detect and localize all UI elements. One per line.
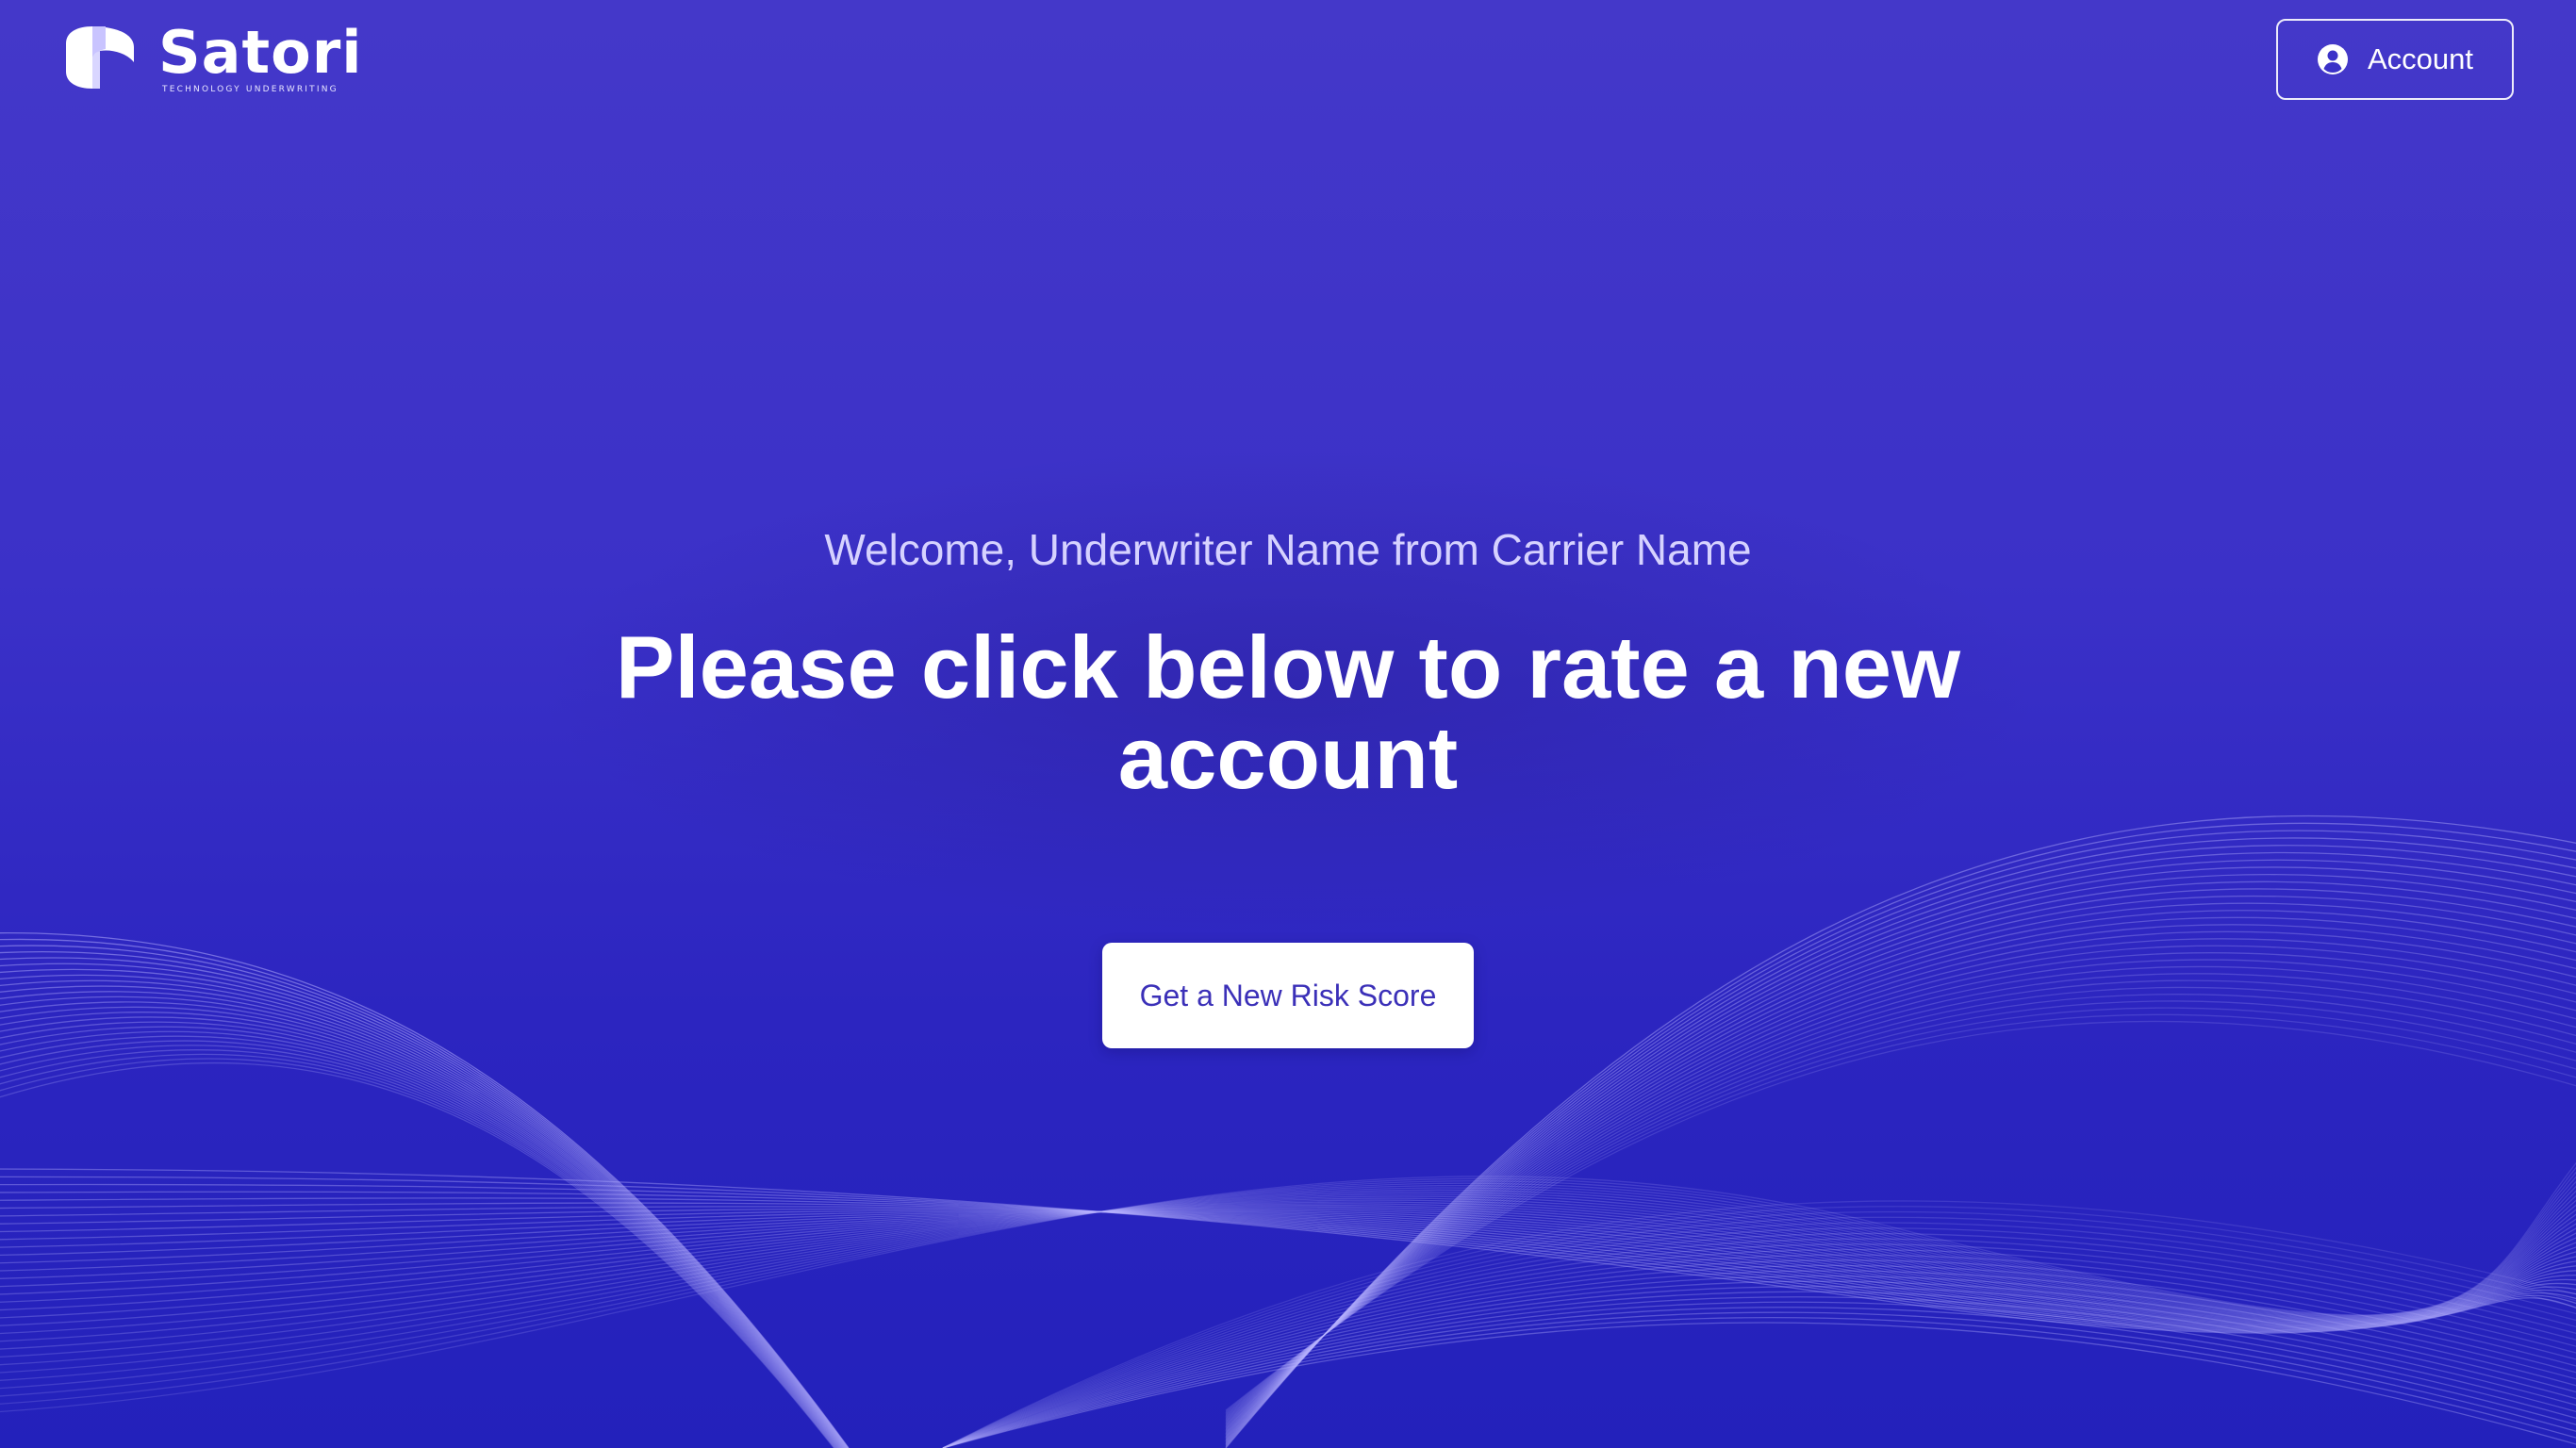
- brand-logo[interactable]: Satori TECHNOLOGY UNDERWRITING: [64, 23, 363, 94]
- satori-logo-icon: [66, 26, 134, 89]
- welcome-message: Welcome, Underwriter Name from Carrier N…: [824, 525, 1752, 574]
- account-button-label: Account: [2367, 42, 2473, 75]
- get-risk-score-button[interactable]: Get a New Risk Score: [1102, 943, 1474, 1048]
- user-circle-icon: [2317, 44, 2348, 74]
- main-content: Welcome, Underwriter Name from Carrier N…: [0, 0, 2576, 1448]
- brand-name: Satori: [158, 18, 363, 87]
- account-button[interactable]: Account: [2276, 19, 2514, 100]
- brand-tagline: TECHNOLOGY UNDERWRITING: [162, 85, 339, 94]
- top-bar: Satori TECHNOLOGY UNDERWRITING Account: [0, 0, 2576, 123]
- page-headline: Please click below to rate a new account: [615, 617, 1961, 807]
